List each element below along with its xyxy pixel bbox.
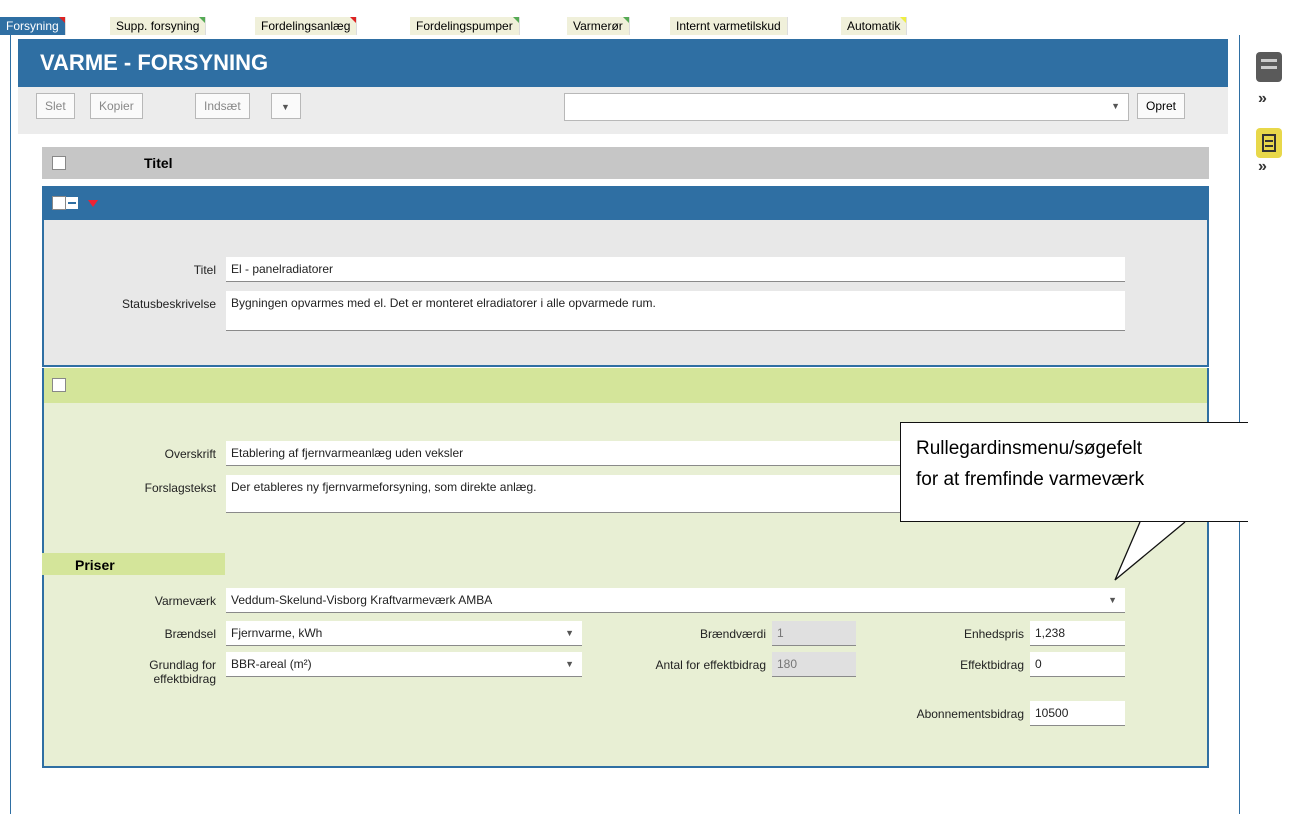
grundlag-label: Grundlag for effektbidrag: [149, 658, 216, 686]
forslagstekst-field[interactable]: Der etableres ny fjernvarmeforsyning, so…: [226, 475, 906, 513]
grundlag-select[interactable]: BBR-areal (m²) ▼: [226, 652, 582, 677]
panel-icon-active[interactable]: [1256, 128, 1282, 158]
panel-icon[interactable]: [1256, 52, 1282, 82]
statusbeskrivelse-field[interactable]: Bygningen opvarmes med el. Det er monter…: [226, 291, 1125, 331]
titel-label: Titel: [193, 263, 216, 277]
tab-bar: Forsyning Supp. forsyning Fordelingsanlæ…: [0, 0, 1290, 35]
proposal-checkbox[interactable]: [52, 378, 66, 392]
prices-heading-bar: [42, 553, 225, 575]
tab-supp-forsyning[interactable]: Supp. forsyning: [110, 17, 207, 35]
page-title: VARME - FORSYNING: [40, 50, 269, 75]
tab-internt-varmetilskud[interactable]: Internt varmetilskud: [670, 17, 788, 35]
select-all-checkbox[interactable]: [52, 156, 66, 170]
varmevaerk-select[interactable]: Veddum-Skelund-Visborg Kraftvarmeværk AM…: [226, 588, 1125, 613]
proposal-section-header: [44, 368, 1207, 403]
tab-automatik[interactable]: Automatik: [841, 17, 908, 35]
chevron-down-icon: ▼: [1108, 595, 1117, 605]
tab-fordelingspumper[interactable]: Fordelingspumper: [410, 17, 520, 35]
enhedspris-field[interactable]: 1,238: [1030, 621, 1125, 646]
effektbidrag-field[interactable]: 0: [1030, 652, 1125, 677]
tab-varmeroer[interactable]: Varmerør: [567, 17, 630, 35]
varmevaerk-label: Varmeværk: [154, 594, 216, 608]
titel-field[interactable]: El - panelradiatorer: [226, 257, 1125, 282]
antal-field: 180: [772, 652, 856, 677]
title-column-label: Titel: [144, 155, 173, 171]
create-button[interactable]: Opret: [1137, 93, 1186, 119]
template-select[interactable]: ▼: [564, 93, 1129, 121]
statusbeskrivelse-label: Statusbeskrivelse: [121, 297, 216, 311]
tab-fordelingsanlaeg[interactable]: Fordelingsanlæg: [255, 17, 358, 35]
overskrift-label: Overskrift: [164, 447, 216, 461]
green-marker-icon: [622, 17, 629, 23]
braendsel-label: Brændsel: [164, 627, 216, 641]
tab-forsyning[interactable]: Forsyning: [0, 17, 66, 35]
abonnement-field[interactable]: 10500: [1030, 701, 1125, 726]
collapse-icon[interactable]: [66, 197, 78, 209]
prices-heading: Priser: [75, 557, 115, 573]
effektbidrag-label: Effektbidrag: [960, 658, 1024, 672]
expand-icon[interactable]: »: [1258, 90, 1267, 108]
red-marker-icon: [58, 17, 65, 23]
enhedspris-label: Enhedspris: [963, 627, 1024, 641]
callout-line-1: Rullegardinsmenu/søgefelt: [916, 438, 1143, 459]
insert-button[interactable]: Indsæt: [195, 93, 250, 119]
abonnement-label: Abonnementsbidrag: [916, 707, 1024, 721]
callout-box: Rullegardinsmenu/søgefelt for at fremfin…: [900, 422, 1290, 522]
braendvaerdi-field: 1: [772, 621, 856, 646]
insert-dropdown-button[interactable]: ▼: [271, 93, 301, 119]
callout-pointer: [1114, 521, 1186, 581]
forslagstekst-label: Forslagstekst: [144, 481, 216, 495]
chevron-down-icon: ▼: [1111, 101, 1120, 111]
braendvaerdi-label: Brændværdi: [699, 627, 766, 641]
green-marker-icon: [199, 17, 206, 23]
delete-button[interactable]: Slet: [36, 93, 75, 119]
expand-icon[interactable]: »: [1258, 158, 1267, 176]
red-marker-icon: [350, 17, 357, 23]
chevron-down-icon: ▼: [565, 659, 574, 669]
status-checkbox[interactable]: [52, 196, 66, 210]
copy-button[interactable]: Kopier: [90, 93, 143, 119]
braendsel-select[interactable]: Fjernvarme, kWh ▼: [226, 621, 582, 646]
antal-label: Antal for effektbidrag: [655, 658, 766, 672]
chevron-down-icon: ▼: [281, 102, 290, 112]
overskrift-field[interactable]: Etablering af fjernvarmeanlæg uden veksl…: [226, 441, 906, 466]
callout-line-2: for at fremfinde varmeværk: [916, 469, 1145, 490]
title-header-row: Titel: [42, 147, 1209, 179]
right-panel: » »: [1248, 40, 1290, 814]
green-marker-icon: [512, 17, 519, 23]
red-triangle-icon: [88, 200, 98, 207]
status-section-header: [44, 188, 1207, 220]
chevron-down-icon: ▼: [565, 628, 574, 638]
yellow-marker-icon: [900, 17, 907, 23]
